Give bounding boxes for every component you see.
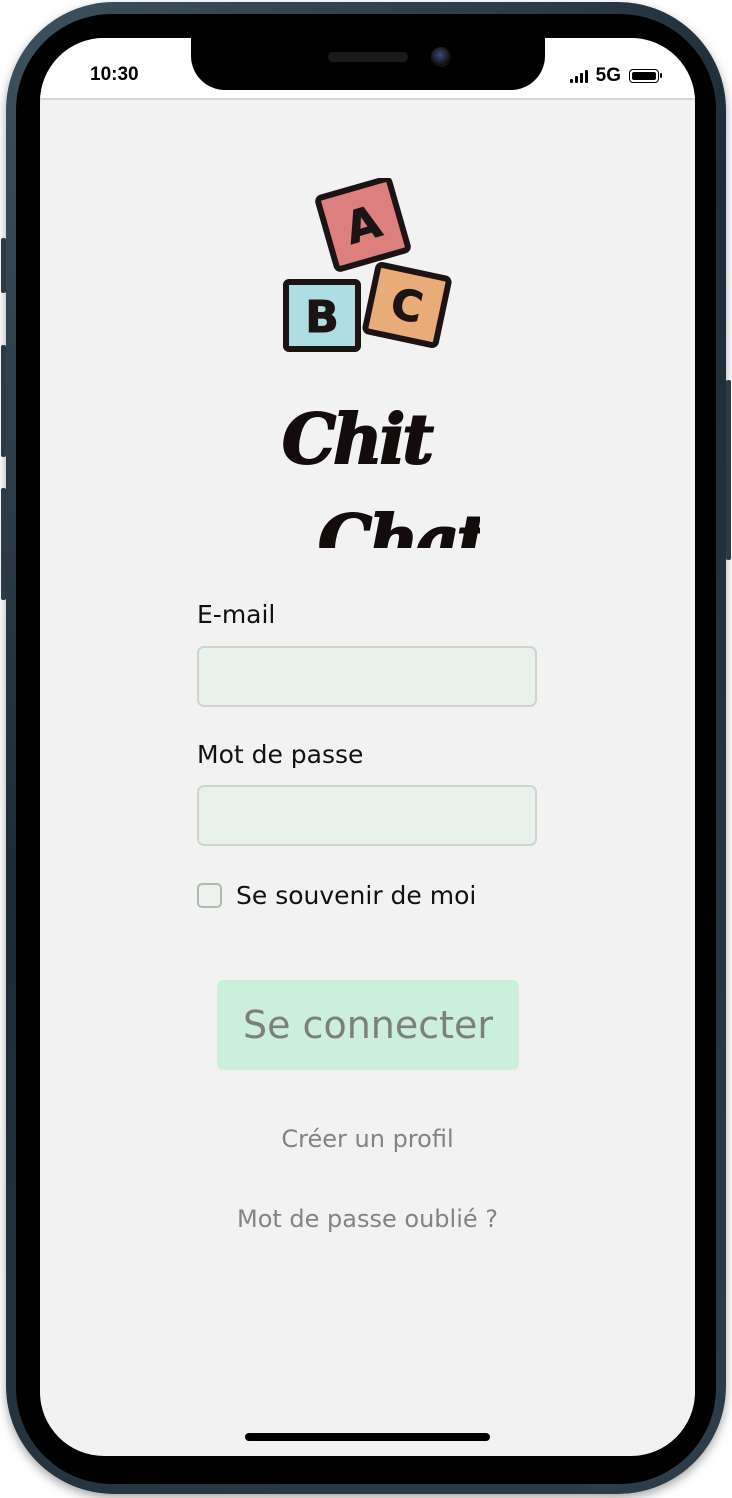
mute-switch (1, 238, 6, 293)
login-button[interactable]: Se connecter (217, 980, 519, 1070)
email-label: E-mail (197, 600, 276, 629)
signal-icon (569, 69, 588, 83)
battery-icon (629, 69, 662, 83)
volume-up-button (1, 345, 6, 457)
logo-block-a: A (315, 178, 411, 272)
status-time: 10:30 (90, 64, 139, 85)
remember-me-row[interactable]: Se souvenir de moi (197, 881, 476, 910)
status-indicators: 5G (569, 65, 662, 87)
password-field[interactable] (197, 785, 537, 846)
home-indicator (245, 1433, 490, 1441)
logo-block-c: C (362, 262, 452, 348)
logo-word-chat: Chat (318, 501, 480, 548)
logo-block-b: B (283, 279, 361, 352)
password-label: Mot de passe (197, 740, 364, 769)
notch (191, 38, 545, 90)
create-profile-link[interactable]: Créer un profil (40, 1125, 695, 1153)
logo-word-chit: Chit (282, 400, 433, 480)
power-button (726, 380, 731, 560)
front-camera-icon (431, 47, 451, 67)
logo-block-b-letter: B (305, 292, 339, 343)
app-screen: 10:30 5G A B C Chit Chat E-mail Mot de p… (40, 38, 695, 1456)
remember-me-checkbox[interactable] (197, 883, 222, 908)
page: 10:30 5G A B C Chit Chat E-mail Mot de p… (0, 0, 732, 1498)
forgot-password-link[interactable]: Mot de passe oublié ? (40, 1205, 695, 1233)
remember-me-label[interactable]: Se souvenir de moi (236, 881, 476, 910)
network-type: 5G (595, 65, 621, 86)
earpiece-speaker (328, 52, 408, 62)
volume-down-button (1, 488, 6, 600)
email-field[interactable] (197, 646, 537, 707)
chit-chat-logo: A B C Chit Chat (281, 178, 480, 548)
